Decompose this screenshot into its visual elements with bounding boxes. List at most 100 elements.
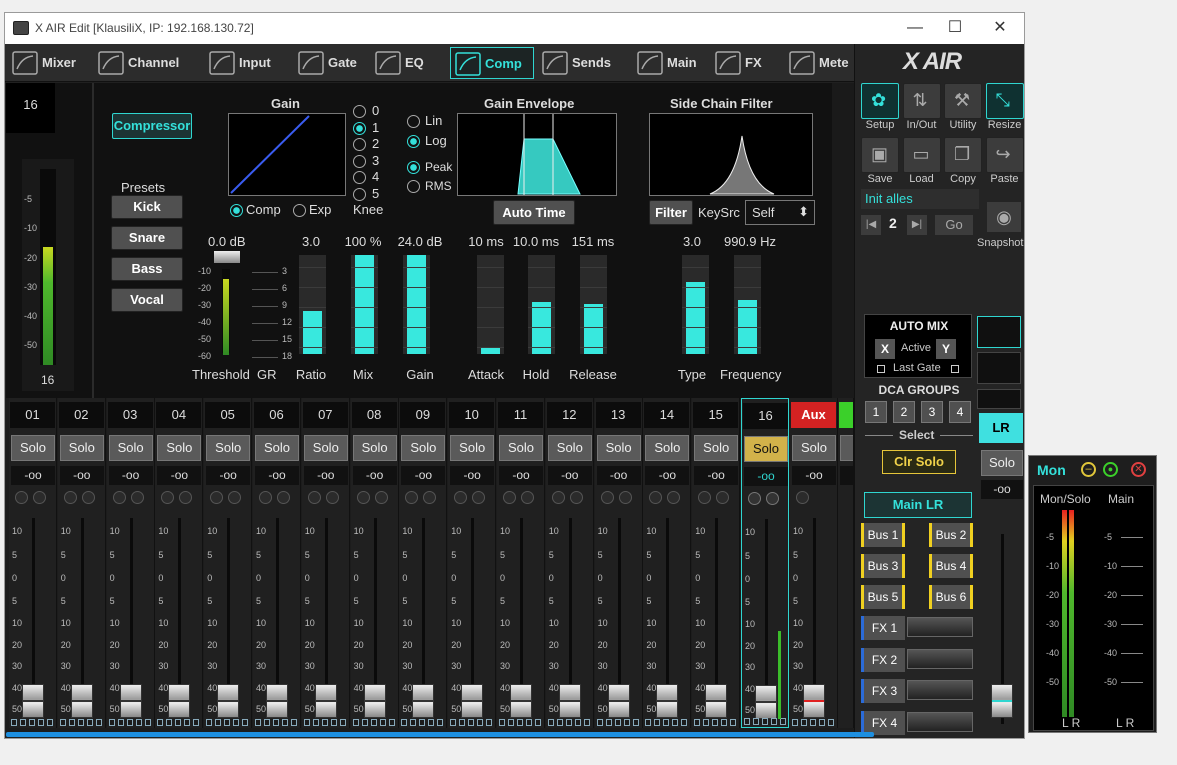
tab-main[interactable]: Main bbox=[633, 47, 705, 79]
maximize-button[interactable]: ☐ bbox=[940, 17, 970, 39]
camera-icon[interactable]: ◉ bbox=[987, 202, 1021, 232]
channel-number[interactable]: 13 bbox=[595, 402, 641, 428]
fader-knob[interactable] bbox=[266, 684, 288, 718]
automix-x-button[interactable]: X bbox=[875, 339, 895, 359]
param-release-slider[interactable] bbox=[579, 254, 608, 355]
utility-button[interactable]: ⚒ bbox=[944, 83, 982, 119]
fader-knob[interactable] bbox=[461, 684, 484, 718]
preset-vocal-button[interactable]: Vocal bbox=[111, 288, 183, 312]
param-hold-slider[interactable] bbox=[527, 254, 556, 355]
solo-button[interactable]: Solo bbox=[792, 435, 836, 461]
resize-button[interactable]: ⤡ bbox=[985, 83, 1024, 119]
bus-6-button[interactable]: Bus 6 bbox=[929, 585, 973, 609]
tab-gate[interactable]: Gate bbox=[294, 47, 364, 79]
fx-4-button[interactable]: FX 4 bbox=[861, 710, 905, 735]
view-toggle-1[interactable] bbox=[977, 316, 1021, 348]
fader-knob[interactable] bbox=[607, 684, 630, 718]
channel-number[interactable]: 15 bbox=[693, 402, 739, 428]
param-ratio-slider[interactable] bbox=[298, 254, 327, 355]
filter-button[interactable]: Filter bbox=[649, 200, 693, 225]
tab-input[interactable]: Input bbox=[205, 47, 281, 79]
previous-scene-icon[interactable]: |◀ bbox=[861, 215, 881, 235]
fx-3-button[interactable]: FX 3 bbox=[861, 679, 905, 703]
param-type-slider[interactable] bbox=[681, 254, 710, 355]
channel-number[interactable]: 04 bbox=[156, 402, 202, 428]
solo-button[interactable]: Solo bbox=[59, 435, 104, 461]
solo-button[interactable]: S bbox=[840, 435, 853, 461]
inout-button[interactable]: ⇅ bbox=[902, 83, 941, 119]
solo-button[interactable]: Solo bbox=[596, 435, 641, 461]
lr-main-label[interactable]: LR bbox=[979, 413, 1023, 443]
channel-number[interactable]: 05 bbox=[205, 402, 251, 428]
last-gate-checkbox[interactable] bbox=[877, 365, 885, 373]
preset-kick-button[interactable]: Kick bbox=[111, 195, 183, 219]
fx-1-button[interactable]: FX 1 bbox=[861, 616, 905, 640]
next-scene-icon[interactable]: ▶| bbox=[907, 215, 927, 235]
tab-sends[interactable]: Sends bbox=[538, 47, 628, 79]
solo-button[interactable]: Solo bbox=[303, 435, 348, 461]
channel-number[interactable]: 08 bbox=[351, 402, 397, 428]
save-button[interactable]: ▣ bbox=[861, 137, 899, 173]
preset-snare-button[interactable]: Snare bbox=[111, 226, 183, 250]
solo-button[interactable]: Solo bbox=[157, 435, 202, 461]
dca-1-button[interactable]: 1 bbox=[865, 401, 887, 423]
tab-channel[interactable]: Channel bbox=[94, 47, 190, 79]
fader-knob[interactable] bbox=[656, 684, 679, 718]
bus-4-button[interactable]: Bus 4 bbox=[929, 554, 973, 578]
channel-number[interactable]: 09 bbox=[400, 402, 446, 428]
fader-knob[interactable] bbox=[510, 684, 532, 718]
last-gate-checkbox-2[interactable] bbox=[951, 365, 959, 373]
dca-4-button[interactable]: 4 bbox=[949, 401, 971, 423]
channel-number[interactable]: 01 bbox=[10, 402, 55, 428]
load-button[interactable]: ▭ bbox=[902, 137, 941, 173]
tab-eq[interactable]: EQ bbox=[371, 47, 437, 79]
peak-radio[interactable] bbox=[407, 161, 420, 174]
log-radio[interactable] bbox=[407, 135, 420, 148]
channel-number[interactable]: 07 bbox=[302, 402, 348, 428]
solo-button[interactable]: Solo bbox=[450, 435, 495, 461]
solo-button[interactable]: Solo bbox=[206, 435, 251, 461]
fader-knob[interactable] bbox=[705, 684, 728, 718]
fx-2-button[interactable]: FX 2 bbox=[861, 647, 905, 672]
fader-knob[interactable] bbox=[22, 684, 44, 718]
exp-mode-radio[interactable] bbox=[293, 204, 306, 217]
close-circle-icon[interactable]: ✕ bbox=[1131, 462, 1146, 477]
bus-2-button[interactable]: Bus 2 bbox=[929, 523, 973, 547]
setup-button[interactable]: ✿ bbox=[861, 83, 899, 119]
auto-time-button[interactable]: Auto Time bbox=[493, 200, 575, 225]
fader-knob[interactable] bbox=[314, 684, 337, 718]
compressor-toggle-button[interactable]: Compressor bbox=[112, 113, 192, 139]
param-attack-slider[interactable] bbox=[476, 254, 505, 355]
go-button[interactable]: Go bbox=[935, 215, 973, 235]
scene-name-field[interactable]: Init alles bbox=[861, 189, 979, 209]
fader-knob[interactable] bbox=[70, 684, 93, 718]
minimize-button[interactable]: — bbox=[900, 17, 930, 39]
rms-radio[interactable] bbox=[407, 180, 420, 193]
dca-3-button[interactable]: 3 bbox=[921, 401, 943, 423]
knee-0-radio[interactable] bbox=[353, 105, 366, 118]
clear-solo-button[interactable]: Clr Solo bbox=[882, 450, 956, 474]
fader-knob[interactable] bbox=[412, 684, 435, 718]
fader-knob[interactable] bbox=[217, 684, 240, 718]
bus-1-button[interactable]: Bus 1 bbox=[861, 523, 905, 547]
solo-button[interactable]: Solo bbox=[499, 435, 543, 461]
knee-4-radio[interactable] bbox=[353, 171, 366, 184]
lr-solo-button[interactable]: Solo bbox=[981, 450, 1023, 476]
knee-2-radio[interactable] bbox=[353, 138, 366, 151]
bus-5-button[interactable]: Bus 5 bbox=[861, 585, 905, 609]
keysrc-select[interactable]: Self ⬍ bbox=[745, 200, 815, 225]
param-mix-slider[interactable] bbox=[350, 254, 379, 355]
channel-number[interactable]: 11 bbox=[498, 402, 543, 428]
knee-3-radio[interactable] bbox=[353, 154, 366, 168]
horizontal-scrollbar[interactable] bbox=[6, 732, 874, 737]
fader-knob[interactable] bbox=[363, 684, 386, 718]
dca-2-button[interactable]: 2 bbox=[893, 401, 915, 423]
fader-knob[interactable] bbox=[803, 684, 825, 718]
solo-button[interactable]: Solo bbox=[255, 435, 299, 461]
close-button[interactable]: ✕ bbox=[985, 17, 1015, 39]
channel-number[interactable]: 03 bbox=[107, 402, 153, 428]
channel-number[interactable]: 10 bbox=[449, 402, 495, 428]
channel-number[interactable]: 14 bbox=[644, 402, 690, 428]
main-lr-button[interactable]: Main LR bbox=[864, 492, 972, 518]
param-frequency-slider[interactable] bbox=[733, 254, 762, 355]
